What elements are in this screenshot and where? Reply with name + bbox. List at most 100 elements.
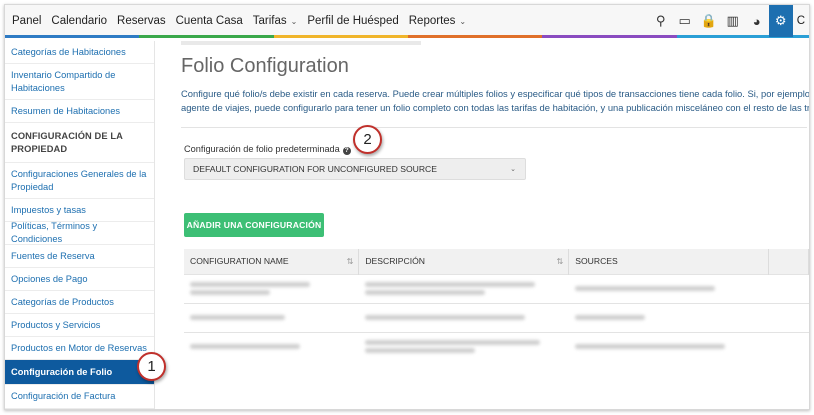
sidebar-item[interactable]: Productos y Servicios (5, 314, 154, 337)
sidebar-item[interactable]: Inventario Compartido de Habitaciones (5, 64, 154, 100)
table-cell (768, 273, 809, 303)
chevron-down-icon: ⌄ (510, 166, 516, 173)
sidebar-item[interactable]: Configuración de Factura (5, 385, 154, 409)
table-header-row: CONFIGURATION NAME ⇅ DESCRIPCIÓN ⇅ SOURC… (184, 249, 809, 274)
help-icon[interactable]: ? (342, 147, 351, 155)
top-navigation-bar: Panel Calendario Reservas Cuenta Casa Tarifa… (5, 5, 809, 38)
description-line: Configure qué folio/s debe existir en ca… (181, 88, 810, 99)
building-icon[interactable]: ▥ (721, 5, 745, 37)
top-divider (181, 41, 421, 45)
annotation-badge-2: 2 (353, 125, 382, 154)
sidebar-item[interactable]: Categorías de Habitaciones (5, 41, 154, 64)
chevron-down-icon: ⌄ (459, 16, 467, 26)
default-config-label-text: Configuración de folio predeterminada (184, 144, 340, 154)
lock-icon[interactable]: 🔒 (697, 5, 721, 37)
search-icon[interactable]: ⚲ (649, 5, 673, 37)
gear-icon[interactable]: ⚙ (768, 5, 793, 37)
table-cell (184, 331, 359, 361)
table-cell (184, 302, 359, 332)
sidebar-item[interactable]: Configuraciones Generales de la Propieda… (5, 163, 154, 199)
annotation-badge-1: 1 (137, 352, 166, 381)
settings-sidebar: Categorías de Habitaciones Inventario Com… (5, 41, 155, 409)
column-header-label: CONFIGURATION NAME (190, 256, 289, 267)
sidebar-item-label: Configuraciones Generales de la Propieda… (11, 168, 147, 192)
sidebar-item-label: Fuentes de Reserva (11, 250, 95, 261)
description-line: agente de viajes, puede configurarlo par… (181, 102, 810, 113)
table-cell (568, 302, 769, 332)
nav-item-cuenta-casa[interactable]: Cuenta Casa (171, 5, 248, 37)
sidebar-item[interactable]: Impuestos y tasas (5, 199, 154, 222)
table-cell (768, 331, 809, 361)
sidebar-section-header: CONFIGURACIÓN DE LA PROPIEDAD (5, 123, 154, 163)
main-menu: Panel Calendario Reservas Cuenta Casa Tarifa… (5, 5, 471, 37)
section-divider (181, 127, 807, 128)
nav-item-label: Perfil de Huésped (307, 15, 399, 27)
table-cell (568, 273, 769, 303)
sidebar-item[interactable]: Resumen de Habitaciones (5, 100, 154, 123)
table-cell (358, 331, 569, 361)
nav-item-calendario[interactable]: Calendario (46, 5, 112, 37)
sort-icon[interactable]: ⇅ (557, 257, 564, 266)
nav-item-panel[interactable]: Panel (5, 5, 46, 37)
accent-stripe-segment (407, 35, 543, 38)
nav-item-reservas[interactable]: Reservas (112, 5, 171, 37)
pie-chart-icon[interactable]: ◕ (745, 5, 769, 37)
sidebar-item[interactable]: Fuentes de Reserva (5, 245, 154, 268)
nav-item-label: Panel (12, 15, 42, 27)
sidebar-item[interactable]: Categorías de Productos (5, 291, 154, 314)
table-cell (184, 273, 359, 303)
nav-item-label: Calendario (51, 15, 108, 27)
column-header-label: DESCRIPCIÓN (365, 256, 426, 267)
add-configuration-button[interactable]: AÑADIR UNA CONFIGURACIÓN (184, 213, 324, 237)
user-menu[interactable]: C (793, 15, 809, 27)
sidebar-item-label: Configuración de Folio (11, 366, 113, 377)
sidebar-item[interactable]: Productos en Motor de Reservas (5, 337, 154, 360)
column-header-actions (768, 249, 809, 274)
nav-item-label: Cuenta Casa (175, 15, 243, 27)
accent-stripe-segment (139, 35, 274, 38)
nav-item-perfil-de-huésped[interactable]: Perfil de Huésped (302, 5, 403, 37)
sidebar-item-label: Categorías de Habitaciones (11, 46, 126, 57)
nav-item-label: Reservas (117, 15, 166, 27)
app-window: Panel Calendario Reservas Cuenta Casa Tarifa… (4, 4, 810, 410)
accent-stripe-segment (5, 35, 140, 38)
toolbar-icons: ⚲ ▭ 🔒 ▥ ◕ ⚙ C (649, 5, 809, 37)
sidebar-item-label: Impuestos y tasas (11, 204, 86, 215)
sidebar-item-label: Opciones de Pago (11, 273, 88, 284)
sidebar-item-label: Inventario Compartido de Habitaciones (11, 69, 116, 93)
nav-item-reportes[interactable]: Reportes ⌄ (404, 5, 471, 37)
sidebar-item-label: Categorías de Productos (11, 296, 114, 307)
page-title: Folio Configuration (181, 55, 349, 77)
sidebar-item-label: CONFIGURACIÓN DE LA PROPIEDAD (11, 130, 123, 154)
table-row[interactable] (184, 331, 809, 361)
sidebar-item-label: Productos y Servicios (11, 319, 101, 330)
column-header-description[interactable]: DESCRIPCIÓN ⇅ (358, 249, 570, 274)
table-cell (358, 302, 569, 332)
table-cell (768, 302, 809, 332)
column-header-configuration-name[interactable]: CONFIGURATION NAME ⇅ (184, 249, 360, 274)
nav-item-tarifas[interactable]: Tarifas ⌄ (248, 5, 303, 37)
default-config-label: Configuración de folio predeterminada? (184, 144, 351, 155)
cash-icon[interactable]: ▭ (673, 5, 697, 37)
accent-stripe-segment (273, 35, 408, 38)
table-row[interactable] (184, 273, 809, 303)
default-config-select[interactable]: DEFAULT CONFIGURATION FOR UNCONFIGURED S… (184, 158, 526, 180)
nav-item-label: Reportes (408, 15, 456, 27)
column-header-label: SOURCES (575, 256, 618, 267)
folio-config-table: CONFIGURATION NAME ⇅ DESCRIPCIÓN ⇅ SOURC… (184, 249, 809, 361)
sidebar-item[interactable]: Políticas, Términos y Condiciones (5, 221, 154, 245)
sidebar-item[interactable]: Configuración de Folio (5, 360, 154, 385)
sort-icon[interactable]: ⇅ (347, 257, 354, 266)
chevron-down-icon: ⌄ (290, 16, 298, 26)
sidebar-item-label: Resumen de Habitaciones (11, 105, 121, 116)
sidebar-item-label: Productos en Motor de Reservas (11, 342, 147, 353)
sidebar-item-label: Configuración de Factura (11, 391, 116, 401)
sidebar-item[interactable]: Opciones de Pago (5, 268, 154, 291)
column-header-sources: SOURCES (568, 249, 770, 274)
page-description: Configure qué folio/s debe existir en ca… (181, 87, 810, 115)
main-content: Folio Configuration Configure qué folio/… (157, 41, 810, 409)
table-cell (568, 331, 769, 361)
table-row[interactable] (184, 302, 809, 332)
sidebar-item-label: Políticas, Términos y Condiciones (11, 221, 98, 244)
table-cell (358, 273, 569, 303)
